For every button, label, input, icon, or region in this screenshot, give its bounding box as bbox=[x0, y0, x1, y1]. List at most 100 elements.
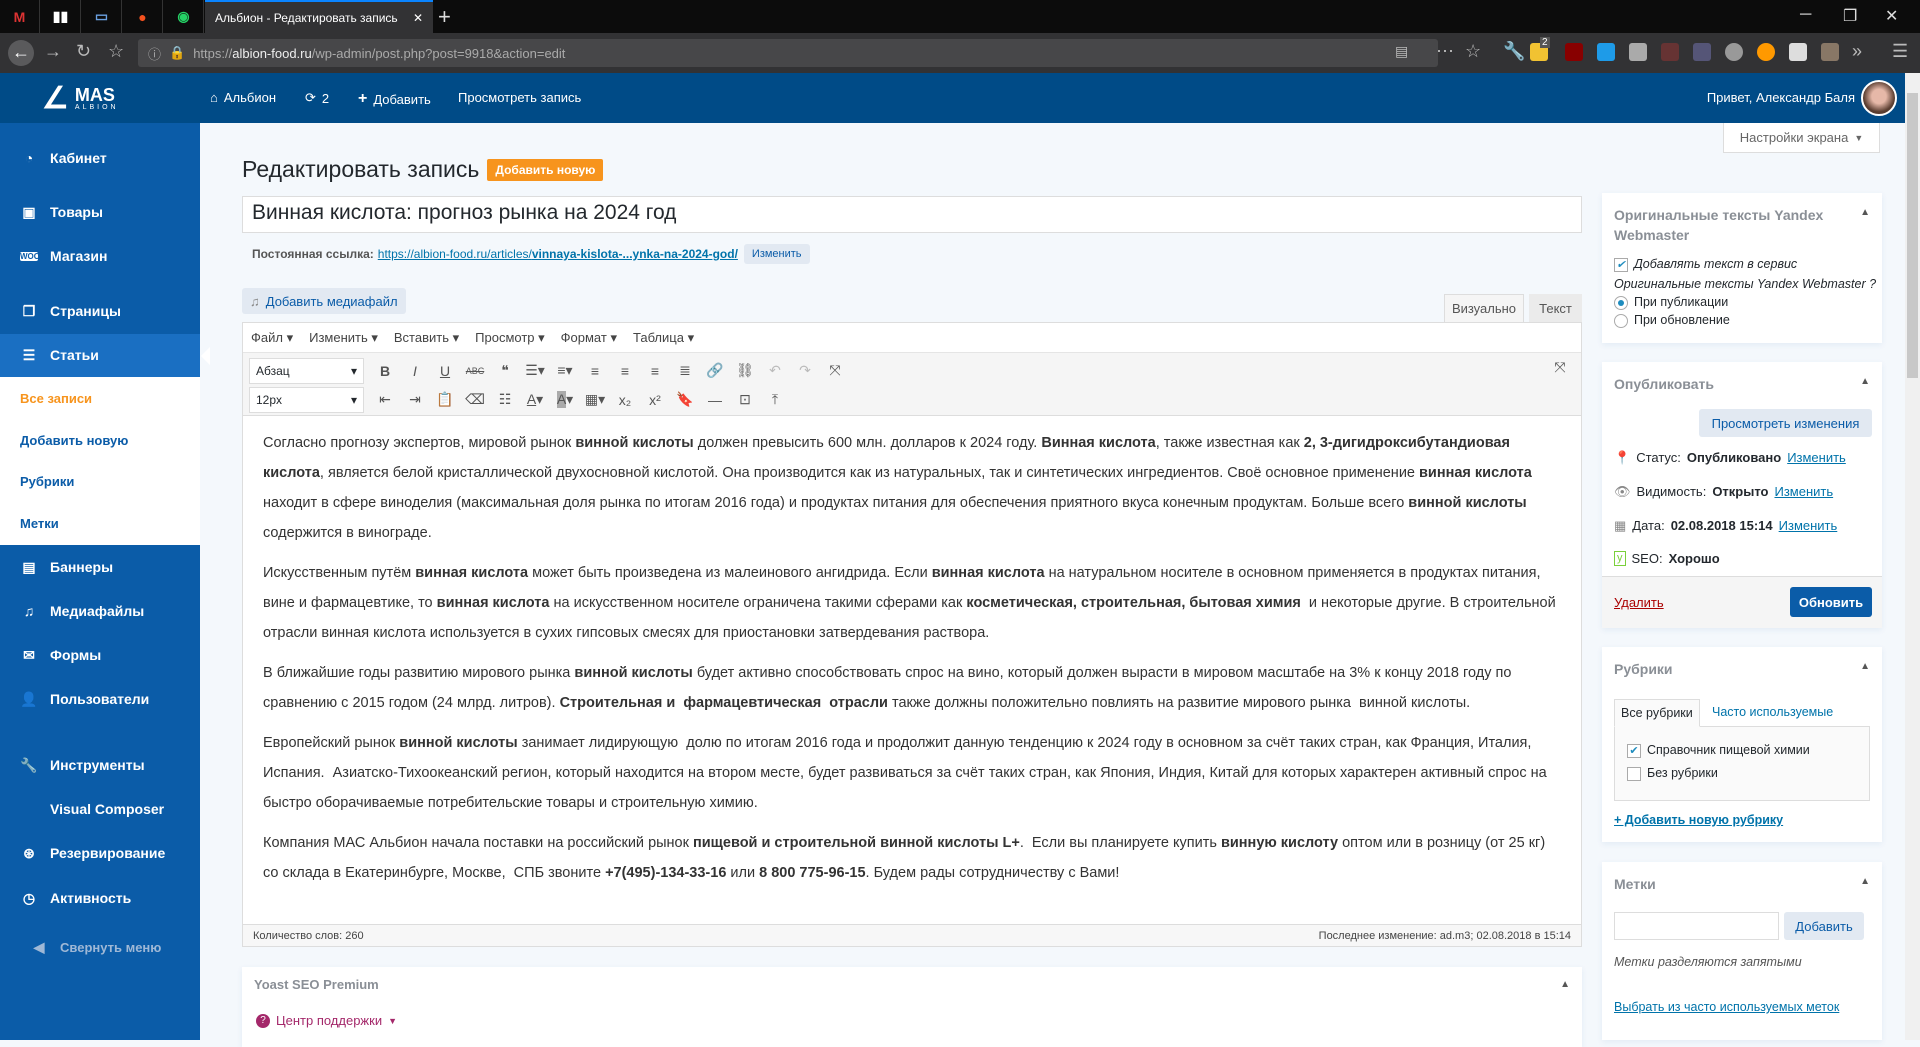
checkbox-checked[interactable]: ✔ bbox=[1614, 257, 1628, 272]
underline-icon[interactable]: U bbox=[430, 363, 460, 379]
wrench-icon[interactable]: 🔧 bbox=[1503, 41, 1525, 62]
numbered-list-icon[interactable]: ≡▾ bbox=[550, 362, 580, 379]
menu-table[interactable]: Таблица ▾ bbox=[633, 330, 694, 346]
sidebar-item-shop[interactable]: WOO Магазин bbox=[0, 241, 200, 271]
menu-view[interactable]: Просмотр ▾ bbox=[475, 330, 545, 346]
post-title-input[interactable]: Винная кислота: прогноз рынка на 2024 го… bbox=[242, 196, 1582, 233]
reload-icon[interactable]: ↻ bbox=[76, 41, 91, 62]
ublock-icon[interactable] bbox=[1565, 43, 1583, 61]
italic-icon[interactable]: I bbox=[400, 363, 430, 379]
site-home-link[interactable]: ⌂ Альбион bbox=[210, 90, 276, 105]
menu-file[interactable]: Файл ▾ bbox=[251, 330, 293, 346]
blockquote-icon[interactable]: ❝ bbox=[490, 362, 520, 379]
star-icon[interactable]: ☆ bbox=[1465, 41, 1481, 62]
collapse-icon[interactable]: ▲ bbox=[1860, 876, 1870, 887]
new-tab-button[interactable]: + bbox=[438, 4, 451, 30]
collapse-icon[interactable]: ▲ bbox=[1860, 207, 1870, 218]
picture-icon[interactable] bbox=[1821, 43, 1839, 61]
tab-text[interactable]: Текст bbox=[1529, 294, 1582, 322]
collapse-icon[interactable]: ▲ bbox=[1860, 376, 1870, 387]
lightning-icon[interactable] bbox=[1725, 43, 1743, 61]
trello-tab[interactable]: ▮▮ bbox=[41, 0, 81, 33]
submenu-categories[interactable]: Рубрики bbox=[20, 474, 74, 489]
align-right-icon[interactable]: ≡ bbox=[640, 363, 670, 379]
bullet-list-icon[interactable]: ☰▾ bbox=[520, 362, 550, 379]
sidebar-item-products[interactable]: ▣ Товары bbox=[0, 197, 200, 227]
menu-edit[interactable]: Изменить ▾ bbox=[309, 330, 378, 346]
back-icon[interactable]: ← bbox=[8, 40, 34, 66]
extension-icon[interactable]: 2 bbox=[1530, 37, 1550, 61]
sidebar-item-banners[interactable]: ▤ Баннеры bbox=[0, 552, 200, 582]
collapse-icon[interactable]: ▲ bbox=[1860, 661, 1870, 672]
music-tab[interactable]: ● bbox=[123, 0, 163, 33]
overflow-icon[interactable]: » bbox=[1852, 41, 1862, 62]
edit-date-link[interactable]: Изменить bbox=[1779, 518, 1838, 534]
moon-icon[interactable] bbox=[1757, 43, 1775, 61]
note-icon[interactable] bbox=[1789, 43, 1807, 61]
align-justify-icon[interactable]: ≣ bbox=[670, 362, 700, 379]
submenu-add-new[interactable]: Добавить новую bbox=[20, 433, 128, 448]
radio-on-update[interactable]: При обновление bbox=[1614, 313, 1730, 328]
collapse-menu[interactable]: ◀ Свернуть меню bbox=[0, 932, 200, 962]
minimize-icon[interactable]: ─ bbox=[1800, 6, 1811, 24]
bookmark-icon[interactable]: ☆ bbox=[108, 41, 124, 62]
view-post-link[interactable]: Просмотреть запись bbox=[458, 90, 581, 105]
reader-icon[interactable]: ▤ bbox=[1395, 43, 1408, 60]
chat-tab[interactable]: ▭ bbox=[82, 0, 122, 33]
font-size-select[interactable]: 12px ▾ bbox=[249, 386, 364, 413]
align-center-icon[interactable]: ≡ bbox=[610, 363, 640, 379]
scrollbar-thumb[interactable] bbox=[1907, 93, 1918, 378]
editor-content[interactable]: Согласно прогнозу экспертов, мировой рын… bbox=[243, 416, 1581, 924]
support-center[interactable]: ? Центр поддержки ▼ bbox=[256, 1013, 397, 1028]
distraction-free-icon[interactable]: ⤧ bbox=[1545, 359, 1575, 376]
pen-icon[interactable] bbox=[1693, 43, 1711, 61]
screen-options-button[interactable]: Настройки экрана ▼ bbox=[1723, 123, 1880, 153]
delete-link[interactable]: Удалить bbox=[1614, 595, 1664, 610]
sidebar-item-forms[interactable]: ✉ Формы bbox=[0, 640, 200, 670]
add-new-link[interactable]: + Добавить bbox=[358, 90, 431, 108]
tab-all-categories[interactable]: Все рубрики bbox=[1614, 699, 1700, 727]
menu-insert[interactable]: Вставить ▾ bbox=[394, 330, 459, 346]
edit-visibility-link[interactable]: Изменить bbox=[1774, 484, 1833, 500]
tab-visual[interactable]: Визуально bbox=[1444, 294, 1524, 322]
category-item[interactable]: ✔ Справочник пищевой химии bbox=[1627, 743, 1810, 758]
tag-input[interactable] bbox=[1614, 912, 1779, 940]
undo-icon[interactable]: ↶ bbox=[760, 362, 790, 379]
site-logo[interactable]: ∠ MAS ALBION bbox=[42, 81, 119, 116]
menu-format[interactable]: Формат ▾ bbox=[561, 330, 617, 346]
sidebar-item-activity[interactable]: ◷ Активность bbox=[0, 883, 200, 913]
close-tab-icon[interactable]: ✕ bbox=[413, 11, 423, 25]
tab-popular-categories[interactable]: Часто используемые bbox=[1712, 705, 1833, 719]
paste-text-icon[interactable]: 📋 bbox=[430, 391, 460, 408]
submenu-tags[interactable]: Метки bbox=[20, 516, 59, 531]
choose-tags-link[interactable]: Выбрать из часто используемых меток bbox=[1614, 1000, 1839, 1014]
upload-icon[interactable]: ⤒ bbox=[760, 391, 790, 408]
sidebar-item-media[interactable]: ♫ Медиафайлы bbox=[0, 596, 200, 626]
radio-on-publish[interactable]: При публикации bbox=[1614, 295, 1728, 310]
url-bar[interactable]: ⓘ 🔒 https://albion-food.ru/wp-admin/post.… bbox=[138, 39, 1438, 67]
updates-link[interactable]: ⟳ 2 bbox=[305, 90, 329, 106]
fullscreen-icon[interactable]: ⤧ bbox=[820, 362, 850, 379]
sidebar-item-pages[interactable]: ❐ Страницы bbox=[0, 296, 200, 326]
hamburger-menu-icon[interactable]: ☰ bbox=[1892, 41, 1908, 62]
gray-extension-icon[interactable] bbox=[1629, 43, 1647, 61]
strikethrough-icon[interactable]: ABC bbox=[460, 366, 490, 376]
close-window-icon[interactable]: ✕ bbox=[1885, 6, 1898, 26]
table-icon[interactable]: ▦▾ bbox=[580, 391, 610, 408]
anchor-icon[interactable]: 🔖 bbox=[670, 391, 700, 408]
bold-icon[interactable]: B bbox=[370, 363, 400, 379]
align-left-icon[interactable]: ≡ bbox=[580, 363, 610, 379]
indent-icon[interactable]: ⇥ bbox=[400, 391, 430, 408]
add-media-button[interactable]: ♫ Добавить медиафайл bbox=[242, 288, 406, 314]
edit-permalink-button[interactable]: Изменить bbox=[743, 244, 810, 264]
whatsapp-tab[interactable]: ◉ bbox=[164, 0, 204, 33]
embed-icon[interactable]: ⊡ bbox=[730, 391, 760, 408]
add-category-link[interactable]: + Добавить новую рубрику bbox=[1614, 813, 1783, 827]
translate-icon[interactable] bbox=[1661, 43, 1679, 61]
permalink-link[interactable]: https://albion-food.ru/articles/vinnaya-… bbox=[378, 247, 738, 261]
preview-changes-button[interactable]: Просмотреть изменения bbox=[1699, 409, 1872, 437]
submenu-all-posts[interactable]: Все записи bbox=[20, 391, 92, 406]
clear-format-icon[interactable]: ⌫ bbox=[460, 391, 490, 408]
active-tab[interactable]: Альбион - Редактировать запись ✕ bbox=[205, 0, 433, 33]
user-greeting[interactable]: Привет, Александр Баля bbox=[1707, 90, 1855, 105]
